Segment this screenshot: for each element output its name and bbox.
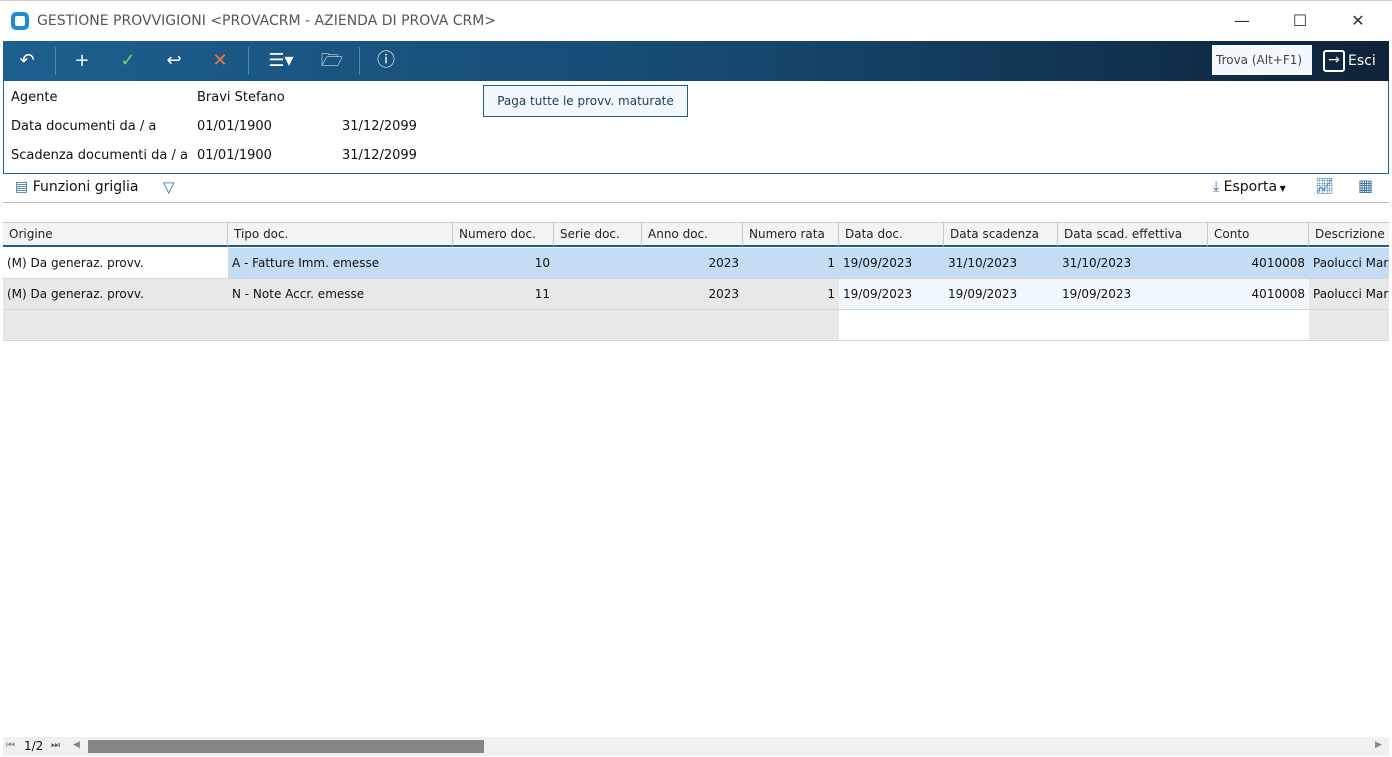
table-cell[interactable]: 1 <box>743 279 839 310</box>
table-cell[interactable]: 19/09/2023 <box>1058 279 1208 310</box>
column-header[interactable]: Serie doc. <box>554 223 642 247</box>
table-cell[interactable] <box>554 279 642 310</box>
table-cell[interactable]: Paolucci Marz <box>1309 248 1389 279</box>
chart-icon[interactable]: 📈︎ <box>1315 177 1334 195</box>
due-date-label: Scadenza documenti da / a <box>11 148 188 163</box>
close-button[interactable]: ✕ <box>1338 9 1378 33</box>
delete-icon[interactable]: ✕ <box>205 47 235 75</box>
agent-value[interactable]: Bravi Stefano <box>197 90 285 105</box>
divider <box>55 47 56 75</box>
table-cell[interactable]: (M) Da generaz. provv. <box>3 279 228 310</box>
list-icon: ▤ <box>15 179 29 195</box>
app-icon <box>11 12 29 30</box>
filter-form: Agente Bravi Stefano Data documenti da /… <box>3 81 1389 174</box>
first-page-icon[interactable]: ⏮ <box>6 740 15 751</box>
folder-icon[interactable]: 🗁 <box>317 47 347 75</box>
empty-cell[interactable] <box>743 310 839 341</box>
empty-cell[interactable] <box>839 310 944 341</box>
column-header[interactable]: Data scadenza <box>944 223 1058 247</box>
table-cell[interactable]: 31/10/2023 <box>944 248 1058 279</box>
column-header[interactable]: Conto <box>1208 223 1309 247</box>
toolbar: ↶ + ✓ ↩ ✕ ☰▾ 🗁 ⓘ Trova (Alt+F1) → Esci <box>3 41 1389 81</box>
empty-cell[interactable] <box>453 310 554 341</box>
find-input[interactable]: Trova (Alt+F1) <box>1212 45 1312 75</box>
exit-button[interactable]: → Esci <box>1323 47 1376 75</box>
agent-label: Agente <box>11 90 58 105</box>
doc-date-to[interactable]: 31/12/2099 <box>342 119 417 134</box>
empty-cell[interactable] <box>1208 310 1309 341</box>
undo-icon[interactable]: ↩ <box>159 47 189 75</box>
table-cell[interactable]: 4010008 <box>1208 248 1309 279</box>
grid-toolbar: ▤ Funzioni griglia ▽ ⤓ Esporta ▼ 📈︎ ▦ <box>3 174 1389 203</box>
doc-date-from[interactable]: 01/01/1900 <box>197 119 272 134</box>
confirm-icon[interactable]: ✓ <box>113 47 143 75</box>
empty-cell[interactable] <box>1058 310 1208 341</box>
page-indicator: 1/2 <box>24 739 44 753</box>
due-date-to[interactable]: 31/12/2099 <box>342 148 417 163</box>
column-header[interactable]: Numero rata <box>743 223 839 247</box>
grid-functions-button[interactable]: ▤ Funzioni griglia <box>15 179 139 195</box>
export-label: Esporta <box>1223 179 1278 195</box>
table-cell[interactable]: 31/10/2023 <box>1058 248 1208 279</box>
pay-all-button[interactable]: Paga tutte le provv. maturate <box>483 85 688 117</box>
scroll-left-icon[interactable]: ◀ <box>73 740 80 750</box>
menu-icon[interactable]: ☰▾ <box>263 47 299 75</box>
title-bar: GESTIONE PROVVIGIONI <PROVACRM - AZIENDA… <box>0 0 1392 40</box>
column-header[interactable]: Anno doc. <box>642 223 743 247</box>
due-date-from[interactable]: 01/01/1900 <box>197 148 272 163</box>
table-cell[interactable]: 10 <box>453 248 554 279</box>
minimize-button[interactable]: — <box>1222 9 1262 33</box>
grid-functions-label: Funzioni griglia <box>32 179 139 195</box>
window-title: GESTIONE PROVVIGIONI <PROVACRM - AZIENDA… <box>37 13 497 29</box>
table-cell[interactable]: 2023 <box>642 248 743 279</box>
data-grid: Origine Tipo doc. Numero doc. Serie doc. Ann… <box>3 222 1389 737</box>
exit-label: Esci <box>1348 53 1376 69</box>
divider <box>359 47 360 75</box>
empty-cell[interactable] <box>554 310 642 341</box>
help-icon[interactable]: ⓘ <box>371 47 401 75</box>
table-cell[interactable]: 4010008 <box>1208 279 1309 310</box>
exit-icon: → <box>1323 50 1345 72</box>
column-header[interactable]: Data doc. <box>839 223 944 247</box>
column-header[interactable]: Descrizione conto <box>1309 223 1389 247</box>
back-icon[interactable]: ↶ <box>12 47 42 75</box>
column-header[interactable]: Origine <box>3 223 228 247</box>
table-cell[interactable]: (M) Da generaz. provv. <box>3 248 228 279</box>
column-header[interactable]: Numero doc. <box>453 223 554 247</box>
table-cell[interactable]: Paolucci Marz <box>1309 279 1389 310</box>
scroll-right-icon[interactable]: ▶ <box>1375 740 1382 750</box>
table-cell[interactable]: 1 <box>743 248 839 279</box>
empty-cell[interactable] <box>944 310 1058 341</box>
empty-cell[interactable] <box>228 310 453 341</box>
divider <box>248 47 249 75</box>
table-cell[interactable]: 19/09/2023 <box>839 248 944 279</box>
table-cell[interactable]: 2023 <box>642 279 743 310</box>
table-cell[interactable]: N - Note Accr. emesse <box>228 279 453 310</box>
empty-cell[interactable] <box>642 310 743 341</box>
empty-cell[interactable] <box>1309 310 1389 341</box>
export-button[interactable]: ⤓ Esporta ▼ <box>1213 179 1286 195</box>
download-icon: ⤓ <box>1213 179 1220 195</box>
empty-cell[interactable] <box>3 310 228 341</box>
column-header[interactable]: Tipo doc. <box>228 223 453 247</box>
filter-icon[interactable]: ▽ <box>163 178 175 196</box>
grid-footer: ⏮ 1/2 ⏭ ◀ ▶ <box>3 737 1389 756</box>
doc-date-label: Data documenti da / a <box>11 119 157 134</box>
grid-layout-icon[interactable]: ▦ <box>1358 176 1373 195</box>
horizontal-scrollbar-thumb[interactable] <box>88 740 484 753</box>
table-cell[interactable] <box>554 248 642 279</box>
column-header[interactable]: Data scad. effettiva <box>1058 223 1208 247</box>
table-cell[interactable]: 19/09/2023 <box>839 279 944 310</box>
add-icon[interactable]: + <box>67 47 97 75</box>
maximize-button[interactable]: ☐ <box>1280 9 1320 33</box>
last-page-icon[interactable]: ⏭ <box>51 740 60 751</box>
table-cell[interactable]: A - Fatture Imm. emesse <box>228 248 453 279</box>
table-cell[interactable]: 11 <box>453 279 554 310</box>
table-cell[interactable]: 19/09/2023 <box>944 279 1058 310</box>
